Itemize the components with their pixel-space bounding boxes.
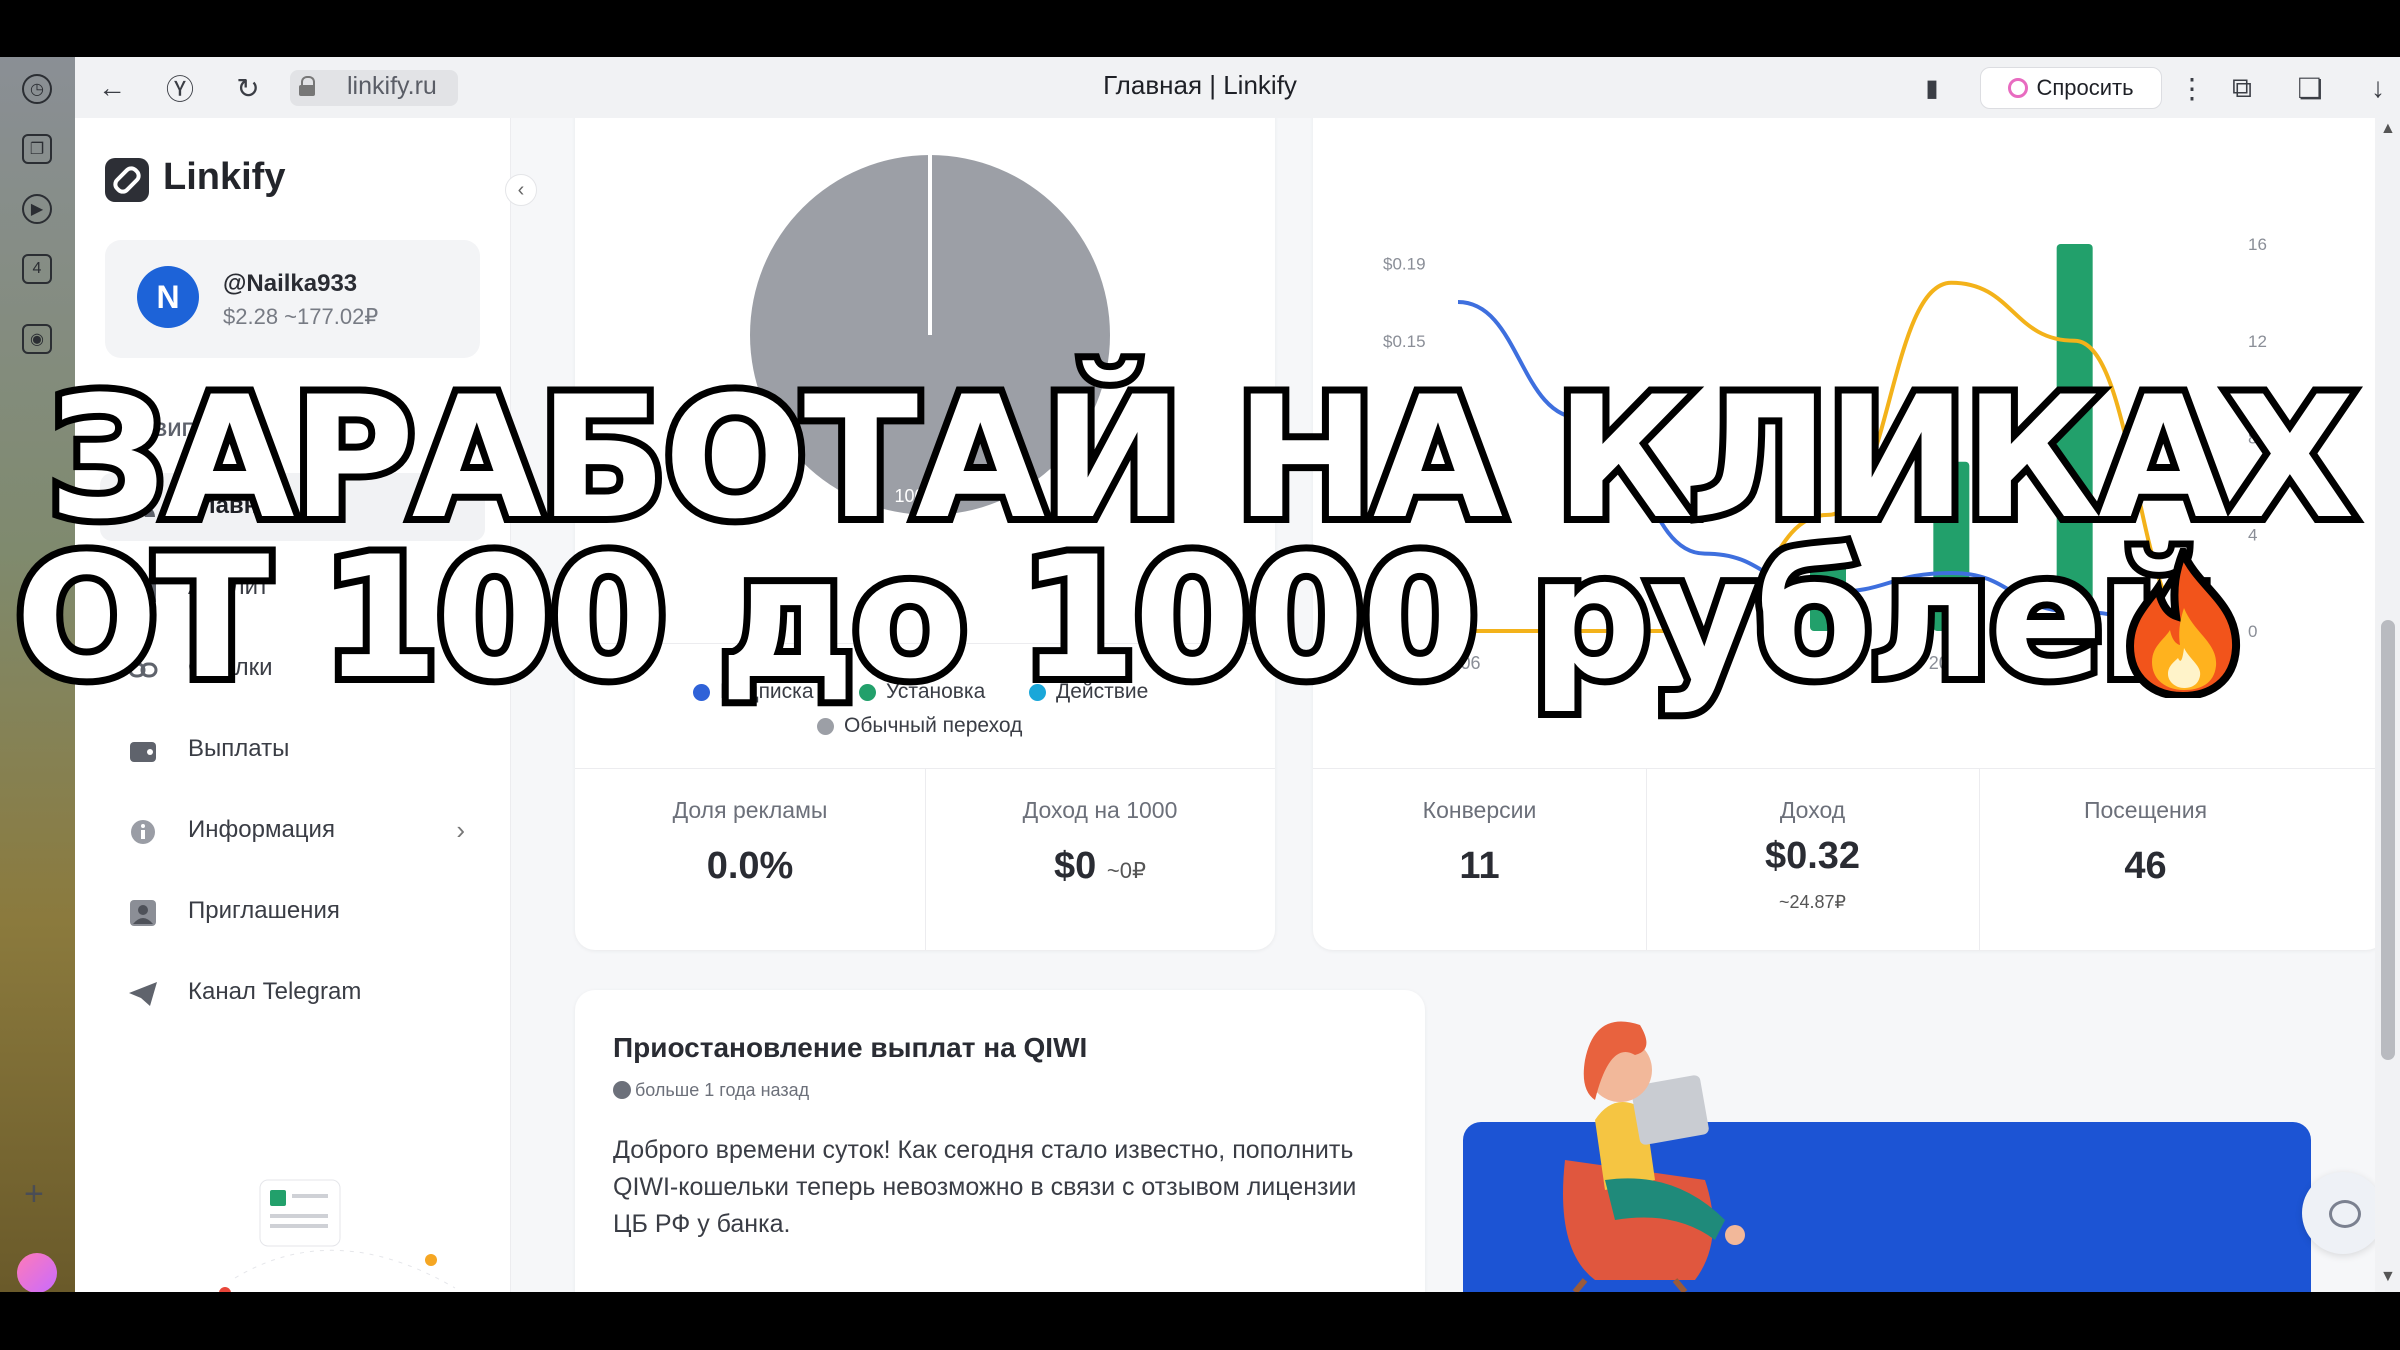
counter-icon[interactable]: 4: [22, 254, 52, 284]
sidebar-item-invites[interactable]: Приглашения: [100, 878, 485, 946]
avatar: N: [137, 266, 199, 328]
stat-rpm: Доход на 1000 $0 ~0₽: [1022, 797, 1178, 887]
info-icon: [131, 820, 155, 844]
stat-conversions: Конверсии 11: [1422, 797, 1537, 887]
stat-ad-share: Доля рекламы 0.0%: [672, 797, 828, 887]
stat-visits: Посещения 46: [2083, 797, 2208, 887]
scroll-down-icon[interactable]: ▼: [2380, 1268, 2396, 1286]
sidebar-item-label: Приглашения: [188, 897, 340, 924]
chevron-right-icon: ›: [456, 815, 465, 845]
news-card[interactable]: Приостановление выплат на QIWI больше 1 …: [575, 990, 1425, 1292]
y2-tick-label: 12: [2248, 332, 2267, 351]
scroll-up-icon[interactable]: ▲: [2380, 120, 2396, 138]
tabs-icon[interactable]: ❐: [22, 134, 52, 164]
sidebar-item-info[interactable]: Информация ›: [100, 797, 485, 865]
sidebar-item-label: Канал Telegram: [188, 978, 362, 1005]
alice-icon[interactable]: [17, 1253, 57, 1293]
sidebar-item-label: Выплаты: [188, 735, 290, 762]
play-icon[interactable]: ▶: [22, 194, 52, 224]
collapse-sidebar-button[interactable]: ‹: [505, 174, 537, 206]
ask-icon: [2008, 78, 2029, 98]
download-icon[interactable]: ↓: [2361, 71, 2395, 105]
collections-icon[interactable]: ❏: [2293, 71, 2327, 105]
legend-item[interactable]: Обычный переход: [817, 714, 1022, 738]
telegram-icon: [129, 982, 157, 1006]
pie-stats-row: Доля рекламы 0.0% Доход на 1000 $0 ~0₽: [575, 769, 1275, 950]
clock-icon: [613, 1081, 631, 1099]
news-body: Доброго времени суток! Как сегодня стало…: [613, 1136, 1357, 1238]
fire-icon: [2125, 548, 2241, 698]
screenshot-icon[interactable]: ◉: [22, 324, 52, 354]
stat-income: Доход $0.32 ~24.87₽: [1764, 797, 1861, 912]
browser-toolbar: ← Ⓨ ↻ linkify.ru Главная | Linkify ▮ Спр…: [75, 57, 2400, 119]
y-tick-label: $0.19: [1383, 254, 1426, 273]
user-card[interactable]: N @Nailka933 $2.28 ~177.02₽: [105, 240, 480, 358]
letterbox-bottom: [0, 1292, 2400, 1350]
chat-button[interactable]: [2302, 1172, 2375, 1254]
overlay-headline-line2: ОТ 100 до 1000 рублей: [8, 513, 2225, 723]
sidebar-item-label: Информация: [188, 816, 335, 843]
y-tick-label: $0.15: [1383, 332, 1426, 351]
add-icon[interactable]: +: [24, 1175, 44, 1214]
sidebar-illustration: [219, 1179, 456, 1292]
girl-laptop-illustration: [1563, 1021, 1745, 1292]
user-balance: $2.28 ~177.02₽: [223, 304, 379, 329]
news-time: больше 1 года назад: [635, 1080, 810, 1100]
extensions-icon[interactable]: ⧉: [2225, 71, 2259, 105]
menu-dots-icon[interactable]: ⋮: [2175, 71, 2209, 105]
ask-button[interactable]: Спросить: [1980, 67, 2162, 109]
username: @Nailka933: [223, 270, 358, 297]
user-icon: [130, 900, 156, 926]
sidebar-item-telegram[interactable]: Канал Telegram: [100, 959, 485, 1027]
bookmark-icon[interactable]: ▮: [1915, 71, 1949, 105]
y2-tick-label: 16: [2248, 235, 2267, 254]
wallet-icon: [130, 742, 156, 762]
stats-row: Конверсии 11 Доход $0.32 ~24.87₽ Посещен…: [1313, 769, 2375, 950]
letterbox-top: [0, 0, 2400, 57]
news-title[interactable]: Приостановление выплат на QIWI: [613, 1032, 1087, 1064]
logo-icon[interactable]: [105, 158, 149, 202]
sidebar-item-payouts[interactable]: Выплаты: [100, 716, 485, 784]
logo-text[interactable]: Linkify: [163, 156, 285, 199]
